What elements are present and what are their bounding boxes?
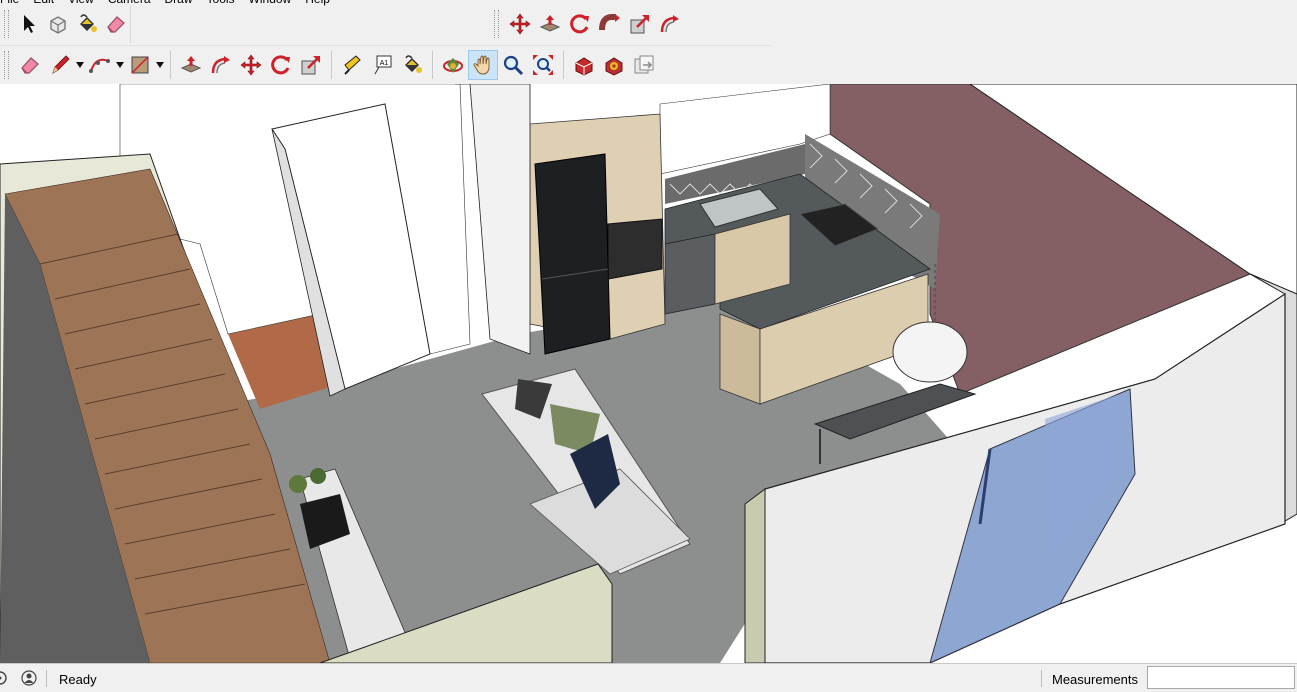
orbit-button[interactable] <box>438 50 468 80</box>
extension-warehouse-icon <box>605 57 623 76</box>
plant-2 <box>310 468 326 484</box>
arc-icon <box>89 58 110 73</box>
warehouse-button[interactable] <box>569 50 599 80</box>
user-account-icon[interactable] <box>21 670 37 686</box>
eraser-icon <box>21 57 39 74</box>
warehouse-icon <box>575 57 593 76</box>
dropdown-arrow-icon <box>116 62 124 68</box>
offset-button[interactable] <box>655 9 685 39</box>
tool-dropdown[interactable] <box>115 50 125 80</box>
scale-icon <box>630 15 649 34</box>
paint-bucket-button[interactable] <box>397 50 427 80</box>
menu-tools[interactable]: Tools <box>207 0 235 6</box>
toolbar-separator <box>331 51 332 79</box>
status-divider <box>46 670 47 687</box>
move-icon <box>509 13 531 35</box>
menu-draw[interactable]: Draw <box>165 0 193 6</box>
offset-button[interactable] <box>206 50 236 80</box>
rotate-button[interactable] <box>565 9 595 39</box>
scale-icon <box>301 56 320 75</box>
menu-window[interactable]: Window <box>249 0 292 6</box>
toolbar-principal <box>0 5 131 43</box>
pencil-button[interactable] <box>45 50 75 80</box>
toolbar-separator <box>170 51 171 79</box>
paint-bucket-icon <box>405 55 422 73</box>
rotate-button[interactable] <box>266 50 296 80</box>
toolbar-grip[interactable] <box>4 10 9 38</box>
move-button[interactable] <box>236 50 266 80</box>
pencil-icon <box>52 55 70 74</box>
move-icon <box>240 54 262 76</box>
extension-warehouse-button[interactable] <box>599 50 629 80</box>
scale-button[interactable] <box>625 9 655 39</box>
pendant-lamp <box>892 321 968 383</box>
pan-button[interactable] <box>468 50 498 80</box>
rotate-icon <box>271 55 290 75</box>
measurements-input[interactable] <box>1147 666 1295 689</box>
status-ready-text: Ready <box>59 672 97 687</box>
follow-me-button[interactable] <box>595 9 625 39</box>
toolbar-large-tool-set: A1 <box>0 45 772 84</box>
toolbar-grip[interactable] <box>4 51 9 79</box>
zoom-button[interactable] <box>498 50 528 80</box>
push-pull-icon <box>180 56 202 73</box>
push-pull-button[interactable] <box>176 50 206 80</box>
scale-button[interactable] <box>296 50 326 80</box>
toolbar-grip[interactable] <box>494 10 499 38</box>
rectangle-icon <box>131 56 149 74</box>
follow-me-icon <box>599 14 620 31</box>
pan-icon <box>473 55 490 75</box>
select-icon <box>24 15 36 33</box>
eraser-button[interactable] <box>15 50 45 80</box>
paint-bucket-button[interactable] <box>72 9 101 39</box>
offset-icon <box>211 56 230 74</box>
geo-location-icon[interactable] <box>0 670 8 686</box>
tool-dropdown[interactable] <box>75 50 85 80</box>
zoom-extents-icon <box>533 55 553 75</box>
rotate-icon <box>570 14 589 34</box>
orbit-icon <box>443 58 463 73</box>
select-button[interactable] <box>15 9 44 39</box>
paint-bucket-icon <box>79 14 97 32</box>
tape-measure-button[interactable] <box>337 50 367 80</box>
dishwasher <box>664 233 716 315</box>
island-side <box>719 313 761 405</box>
text-icon: A1 <box>374 55 392 75</box>
move-button[interactable] <box>505 9 535 39</box>
offset-icon <box>660 15 679 33</box>
menu-help[interactable]: Help <box>305 0 330 6</box>
arc-button[interactable] <box>85 50 115 80</box>
refrigerator <box>534 153 611 355</box>
text-button[interactable]: A1 <box>367 50 397 80</box>
svg-text:A1: A1 <box>380 60 389 67</box>
status-divider <box>1041 670 1042 687</box>
3d-model-scene[interactable] <box>0 84 1297 663</box>
layout-button[interactable] <box>629 50 659 80</box>
built-in-oven <box>607 218 663 280</box>
make-component-icon <box>50 16 66 34</box>
model-viewport[interactable] <box>0 84 1297 663</box>
status-bar: Ready Measurements <box>0 663 1297 692</box>
eraser-icon <box>106 16 125 33</box>
measurements-label: Measurements <box>1052 672 1138 687</box>
eraser-button[interactable] <box>101 9 130 39</box>
layout-icon <box>634 55 654 74</box>
rectangle-button[interactable] <box>125 50 155 80</box>
tool-dropdown[interactable] <box>155 50 165 80</box>
partition-wall-edge <box>744 488 766 663</box>
plant-1 <box>289 475 307 493</box>
push-pull-button[interactable] <box>535 9 565 39</box>
dropdown-arrow-icon <box>76 62 84 68</box>
zoom-extents-button[interactable] <box>528 50 558 80</box>
dropdown-arrow-icon <box>156 62 164 68</box>
make-component-button[interactable] <box>44 9 73 39</box>
push-pull-icon <box>539 15 561 32</box>
zoom-icon <box>503 55 524 76</box>
tape-measure-icon <box>344 55 361 75</box>
toolbar-separator <box>432 51 433 79</box>
toolbar-edit <box>490 5 702 43</box>
toolbar-separator <box>563 51 564 79</box>
